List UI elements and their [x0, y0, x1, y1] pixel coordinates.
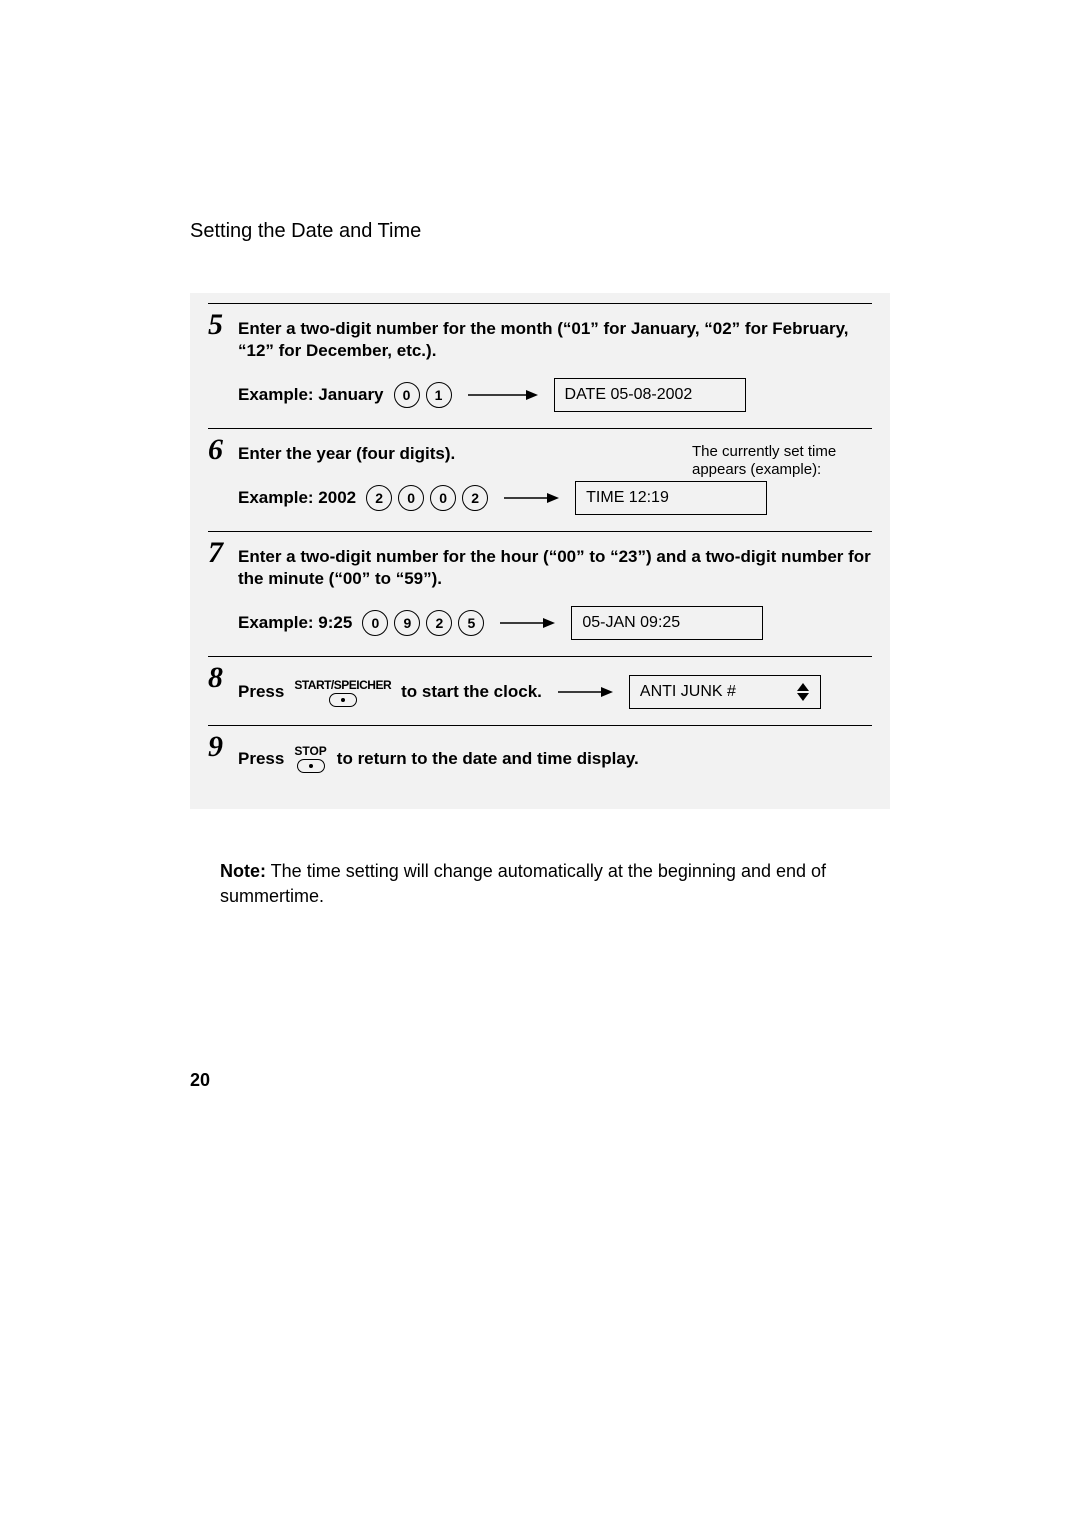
example-label: Example: 2002: [238, 488, 356, 508]
arrow-icon: [500, 617, 555, 629]
footnote: Note: The time setting will change autom…: [220, 859, 860, 908]
lcd-text: TIME 12:19: [586, 489, 669, 507]
example-label: Example: January: [238, 385, 384, 405]
lcd-display: ANTI JUNK #: [629, 675, 821, 709]
lcd-display: TIME 12:19: [575, 481, 767, 515]
lcd-display: DATE 05-08-2002: [554, 378, 746, 412]
step-9: 9 Press STOP to return to the date and t…: [208, 725, 872, 789]
start-speicher-key: START/SPEICHER: [294, 678, 391, 707]
after-text: to start the clock.: [401, 681, 542, 703]
step-instruction: Enter a two-digit number for the month (…: [238, 318, 872, 362]
step-number: 5: [208, 308, 223, 342]
manual-page: Setting the Date and Time 5 Enter a two-…: [190, 220, 890, 908]
step-6: 6 Enter the year (four digits). The curr…: [208, 428, 872, 531]
note-label: Note:: [220, 861, 266, 881]
arrow-icon: [558, 686, 613, 698]
side-note: The currently set time appears (example)…: [692, 443, 872, 479]
step-5: 5 Enter a two-digit number for the month…: [208, 303, 872, 428]
keypad-digit: 0: [394, 382, 420, 408]
after-text: to return to the date and time display.: [337, 748, 639, 770]
step-7: 7 Enter a two-digit number for the hour …: [208, 531, 872, 656]
page-title: Setting the Date and Time: [190, 220, 890, 243]
steps-box: 5 Enter a two-digit number for the month…: [190, 293, 890, 809]
step-number: 7: [208, 536, 223, 570]
lcd-text: 05-JAN 09:25: [582, 614, 680, 632]
key-oval-icon: [297, 759, 325, 773]
keypad-digit: 9: [394, 610, 420, 636]
press-text: Press: [238, 681, 284, 703]
step-instruction: Enter a two-digit number for the hour (“…: [238, 546, 872, 590]
note-text: The time setting will change automatical…: [220, 861, 826, 905]
key-oval-icon: [329, 693, 357, 707]
arrow-icon: [468, 389, 538, 401]
keypad-digit: 2: [462, 485, 488, 511]
keypad-digit: 2: [366, 485, 392, 511]
keypad-digit: 0: [398, 485, 424, 511]
keypad-digit: 5: [458, 610, 484, 636]
step-number: 6: [208, 433, 223, 467]
keypad-digit: 1: [426, 382, 452, 408]
key-text: STOP: [294, 744, 326, 758]
stop-key: STOP: [294, 744, 326, 773]
lcd-text: DATE 05-08-2002: [565, 386, 693, 404]
keypad-digit: 0: [430, 485, 456, 511]
example-label: Example: 9:25: [238, 613, 352, 633]
step-8: 8 Press START/SPEICHER to start the cloc…: [208, 656, 872, 725]
keypad-digit: 2: [426, 610, 452, 636]
page-number: 20: [190, 1070, 210, 1091]
arrow-icon: [504, 492, 559, 504]
keypad-digit: 0: [362, 610, 388, 636]
press-text: Press: [238, 748, 284, 770]
key-text: START/SPEICHER: [294, 678, 391, 692]
lcd-text: ANTI JUNK #: [640, 683, 736, 701]
lcd-display: 05-JAN 09:25: [571, 606, 763, 640]
up-down-icon: [796, 683, 810, 701]
step-number: 9: [208, 730, 223, 764]
step-number: 8: [208, 661, 223, 695]
